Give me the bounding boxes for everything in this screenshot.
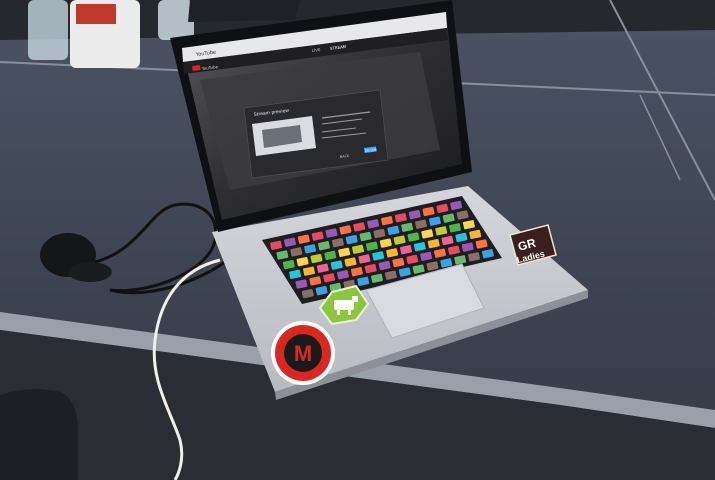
photo-scene: GR Ladies M YouTube YouTube LIVE STREAM … — [0, 0, 715, 480]
background-keyboard — [188, 0, 300, 22]
chair — [0, 389, 79, 480]
youtube-logo-icon[interactable] — [192, 65, 201, 71]
red-circle-sticker: M — [271, 321, 335, 385]
bottle-label — [76, 4, 116, 24]
bottle — [28, 0, 68, 60]
red-sticker-letter: M — [294, 341, 312, 366]
webcam-base — [68, 262, 112, 282]
